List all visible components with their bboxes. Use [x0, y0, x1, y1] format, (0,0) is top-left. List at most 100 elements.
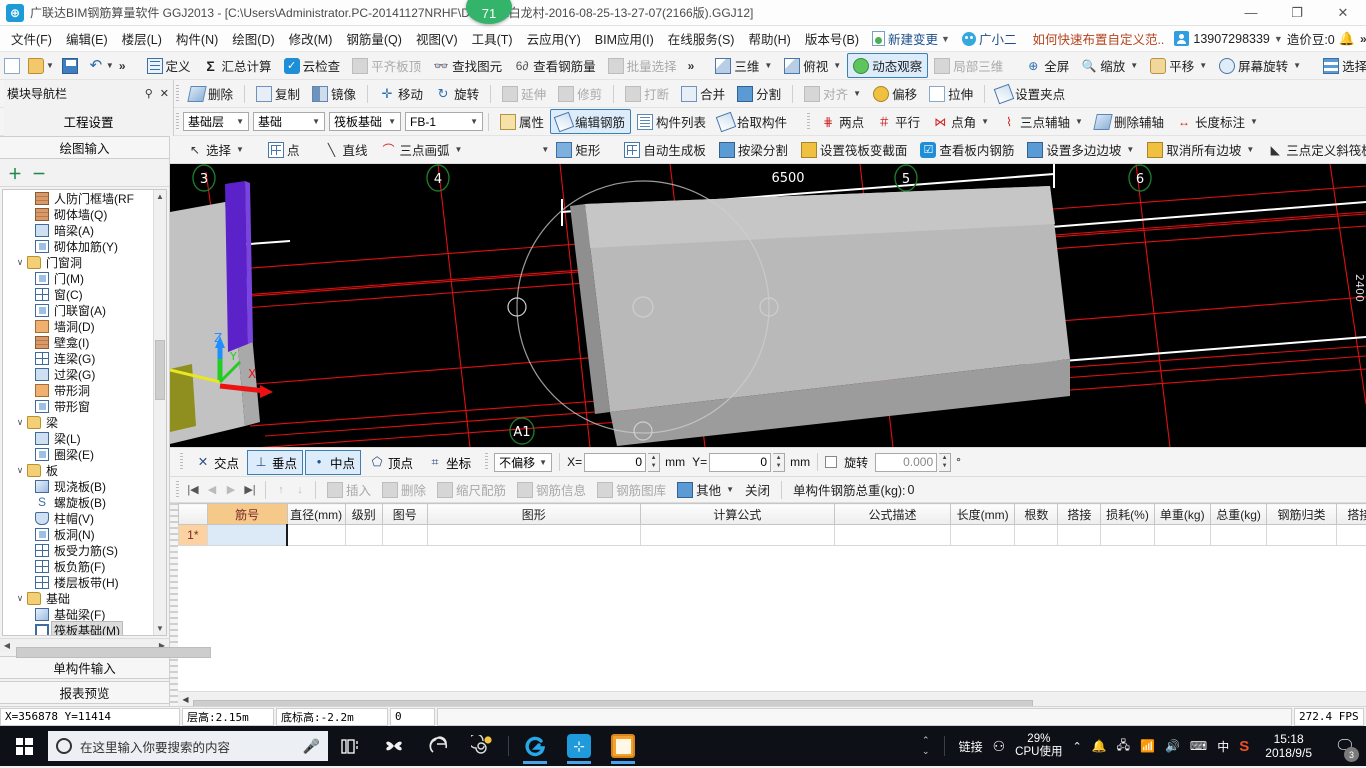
component-list-button[interactable]: 构件列表: [631, 109, 712, 134]
rotate-button[interactable]: ↻ 旋转: [429, 81, 485, 106]
menu-rebar-qty[interactable]: 钢筋量(Q): [339, 26, 409, 51]
sidebar-pin-icon[interactable]: ⚲: [145, 87, 153, 100]
merge-button[interactable]: 合并: [675, 81, 731, 106]
set-grip-button[interactable]: 设置夹点: [990, 81, 1071, 106]
col-rebar-class[interactable]: 钢筋归类: [1267, 504, 1337, 525]
floor-select[interactable]: 基础层 ▼: [183, 112, 249, 131]
undo-icon[interactable]: ↶: [88, 58, 104, 74]
cell-length[interactable]: [950, 525, 1015, 546]
col-formula-desc[interactable]: 公式描述: [835, 504, 951, 525]
account-chevron-down-icon[interactable]: ▼: [1274, 34, 1283, 44]
tree-item[interactable]: 人防门框墙(RF: [3, 190, 153, 206]
tree-item[interactable]: 砌体墙(Q): [3, 206, 153, 222]
three-point-aux-axis-chevron-down-icon[interactable]: ▼: [1073, 117, 1083, 126]
tree-item[interactable]: ∨板: [3, 462, 153, 478]
cell-total-weight[interactable]: [1210, 525, 1266, 546]
tree-item[interactable]: 基础梁(F): [3, 606, 153, 622]
tree-item[interactable]: 板负筋(F): [3, 558, 153, 574]
tree-scroll-thumb[interactable]: [155, 340, 165, 400]
cell-diameter[interactable]: [287, 525, 345, 546]
edit-rebar-button[interactable]: 编辑钢筋: [550, 109, 631, 134]
define-button[interactable]: 定义: [141, 53, 197, 78]
link-label[interactable]: 链接: [959, 738, 983, 755]
open-file-icon[interactable]: [28, 58, 44, 74]
properties-button[interactable]: 属性: [494, 109, 550, 134]
clock[interactable]: 15:18 2018/9/5: [1259, 732, 1318, 760]
account-area[interactable]: 13907298339 ▼ 造价豆:0 🔔: [1174, 29, 1355, 48]
tree-hscroll-thumb[interactable]: [16, 647, 211, 658]
cancel-all-slope-button[interactable]: 取消所有边坡 ▼: [1141, 137, 1260, 162]
vertex-snap-toggle[interactable]: ⬠ 顶点: [363, 450, 419, 475]
tree-item[interactable]: 过梁(G): [3, 366, 153, 382]
other-chevron-down-icon[interactable]: ▼: [724, 485, 734, 494]
menu-help[interactable]: 帮助(H): [741, 26, 797, 51]
cloud-check-button[interactable]: ✓ 云检查: [278, 53, 347, 78]
spiral-app-icon[interactable]: [460, 726, 504, 766]
view-3d-chevron-down-icon[interactable]: ▼: [762, 61, 772, 70]
menu-modify[interactable]: 修改(M): [282, 26, 340, 51]
top-view-button[interactable]: 俯视 ▼: [778, 53, 847, 78]
chevron-up-icon[interactable]: ⌃: [1072, 740, 1081, 753]
tray-overflow-icon[interactable]: ⌃⌄: [922, 735, 930, 757]
menu-bim-apps[interactable]: BIM应用(I): [588, 26, 661, 51]
tree-scroll-down-icon[interactable]: ▼: [154, 622, 166, 635]
move-down-button[interactable]: ↓: [291, 484, 309, 496]
view-rebar-qty-button[interactable]: 6∂ 查看钢筋量: [508, 53, 602, 78]
undo-chevron-down-icon[interactable]: ▼: [104, 61, 114, 70]
category-select[interactable]: 基础 ▼: [253, 112, 325, 131]
two-point-axis-button[interactable]: ⋕ 两点: [814, 109, 870, 134]
rebar-table-empty-area[interactable]: [178, 546, 1366, 691]
prev-row-button[interactable]: ◀: [203, 483, 221, 496]
move-up-button[interactable]: ↑: [272, 484, 290, 496]
coordinate-snap-toggle[interactable]: ⌗ 坐标: [421, 450, 477, 475]
tree-expander-icon[interactable]: ∨: [13, 593, 27, 604]
search-input[interactable]: 在这里输入你要搜索的内容 🎤: [48, 731, 328, 761]
people-icon[interactable]: ⚇: [993, 738, 1006, 755]
tree-expander-icon[interactable]: ∨: [13, 257, 27, 268]
component-name-select[interactable]: FB-1 ▼: [405, 112, 483, 131]
cell-shape[interactable]: [427, 525, 640, 546]
table-row[interactable]: 1*: [179, 525, 1366, 546]
tree-item[interactable]: 带形洞: [3, 382, 153, 398]
save-file-icon[interactable]: [62, 58, 78, 74]
rebar-table-hscrollbar[interactable]: ◀: [178, 691, 1366, 706]
component-type-select[interactable]: 筏板基础 ▼: [329, 112, 401, 131]
align-chevron-down-icon[interactable]: ▼: [851, 89, 861, 98]
tree-item[interactable]: 窗(C): [3, 286, 153, 302]
edge-browser-icon[interactable]: [416, 726, 460, 766]
tree-vertical-scrollbar[interactable]: ▲ ▼: [153, 190, 166, 635]
cell-unit-weight[interactable]: [1154, 525, 1210, 546]
new-change-button[interactable]: 新建变更 ▼: [866, 27, 956, 50]
tree-item[interactable]: 圈梁(E): [3, 446, 153, 462]
cell-rebar-no[interactable]: [207, 525, 287, 546]
tree-horizontal-scrollbar[interactable]: ◀ ▶: [0, 638, 169, 652]
summary-calc-button[interactable]: Σ 汇总计算: [197, 53, 278, 78]
select-tool-button[interactable]: ↖ 选择 ▼: [181, 137, 250, 162]
offset-mode-select[interactable]: 不偏移 ▼: [494, 453, 552, 472]
menubar-overflow-button[interactable]: »: [1355, 32, 1366, 46]
dynamic-observe-button[interactable]: 动态观察: [847, 53, 928, 78]
tree-item[interactable]: 柱帽(V): [3, 510, 153, 526]
rotate-input[interactable]: 0.000: [875, 453, 937, 472]
sidebar-section-report-preview[interactable]: 报表预览: [0, 681, 169, 704]
col-grade[interactable]: 级别: [345, 504, 382, 525]
top-view-chevron-down-icon[interactable]: ▼: [831, 61, 841, 70]
col-formula[interactable]: 计算公式: [640, 504, 835, 525]
tree-item[interactable]: 连梁(G): [3, 350, 153, 366]
pick-component-button[interactable]: 拾取构件: [712, 109, 793, 134]
pan-button[interactable]: 平移 ▼: [1144, 53, 1213, 78]
menu-component[interactable]: 构件(N): [169, 26, 225, 51]
tree-item[interactable]: 板洞(N): [3, 526, 153, 542]
perpendicular-snap-toggle[interactable]: ⊥ 垂点: [247, 450, 303, 475]
maximize-button[interactable]: ❐: [1274, 0, 1320, 26]
set-polygon-slope-button[interactable]: 设置多边边坡 ▼: [1021, 137, 1140, 162]
y-offset-input[interactable]: 0: [709, 453, 771, 472]
ggj-app-icon[interactable]: ⊹: [557, 726, 601, 766]
tree-scroll-up-icon[interactable]: ▲: [154, 190, 166, 203]
point-tool-button[interactable]: 点: [262, 137, 306, 162]
stretch-button[interactable]: 拉伸: [923, 81, 979, 106]
menu-version[interactable]: 版本号(B): [798, 26, 866, 51]
col-rebar-no[interactable]: 筋号: [207, 504, 287, 525]
new-file-icon[interactable]: [4, 58, 20, 74]
three-point-aux-axis-button[interactable]: ⌇ 三点辅轴 ▼: [995, 109, 1089, 134]
